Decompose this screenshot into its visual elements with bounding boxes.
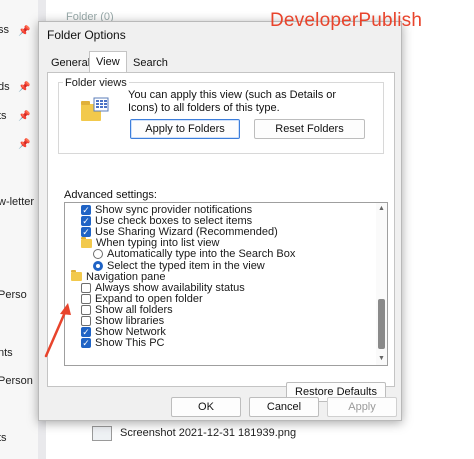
explorer-nav-pane — [0, 0, 38, 459]
nav-item-fragment[interactable]: ds — [0, 81, 10, 93]
watermark-text: DeveloperPublish — [270, 10, 423, 31]
nav-item-fragment[interactable]: Person — [0, 375, 33, 387]
file-name: Screenshot 2021-12-31 181939.png — [120, 427, 297, 439]
nav-item-fragment[interactable]: ts — [0, 432, 7, 444]
nav-item-fragment[interactable]: Perso — [0, 289, 27, 301]
nav-item-fragment[interactable]: w-letter — [0, 196, 34, 208]
file-list-item[interactable]: Screenshot 2021-12-31 181939.png — [92, 425, 296, 441]
ok-button[interactable]: OK — [171, 397, 241, 417]
scrollbar-track[interactable]: ▲ ▼ — [376, 203, 387, 365]
annotation-arrow-icon — [44, 303, 71, 358]
nav-item-fragment[interactable]: nts — [0, 347, 13, 359]
pin-icon: 📌 — [18, 82, 31, 93]
cancel-button[interactable]: Cancel — [249, 397, 319, 417]
checkbox-checked-icon[interactable]: ✓ — [81, 216, 91, 227]
pin-icon: 📌 — [18, 111, 31, 122]
pin-icon: 📌 — [18, 139, 31, 150]
scrollbar-thumb[interactable] — [378, 299, 385, 349]
radio-selected-icon[interactable] — [93, 260, 103, 271]
folder-options-dialog: Folder Options General View Search Folde… — [38, 21, 402, 421]
highlight-marker — [69, 365, 171, 366]
folder-icon — [71, 270, 82, 282]
tab-search[interactable]: Search — [127, 54, 174, 72]
nav-item-fragment[interactable]: ss — [0, 24, 9, 36]
pin-icon: 📌 — [18, 26, 31, 37]
apply-to-folders-button[interactable]: Apply to Folders — [130, 119, 240, 139]
folder-views-icon — [81, 97, 109, 121]
folder-views-description: You can apply this view (such as Details… — [128, 89, 337, 114]
advanced-settings-label: Advanced settings: — [64, 189, 157, 201]
checkbox-unchecked-icon[interactable] — [81, 282, 91, 293]
checkbox-checked-icon[interactable]: ✓ — [81, 227, 91, 238]
nav-item-fragment[interactable]: ts — [0, 110, 7, 122]
folder-icon — [81, 236, 92, 248]
apply-button[interactable]: Apply — [327, 397, 397, 417]
radio-unselected-icon[interactable] — [93, 249, 103, 260]
tab-view[interactable]: View — [89, 51, 127, 74]
advanced-settings-list[interactable]: ✓ Show sync provider notifications ✓ Use ch… — [64, 202, 388, 366]
reset-folders-button[interactable]: Reset Folders — [254, 119, 365, 139]
scroll-down-icon[interactable]: ▼ — [378, 355, 385, 362]
advanced-setting-label: Show This PC — [95, 337, 165, 350]
image-file-icon — [92, 425, 112, 441]
checkbox-checked-icon[interactable]: ✓ — [81, 205, 91, 215]
folder-views-label: Folder views — [63, 77, 129, 89]
dialog-title: Folder Options — [47, 28, 126, 42]
scroll-up-icon[interactable]: ▲ — [378, 205, 385, 212]
